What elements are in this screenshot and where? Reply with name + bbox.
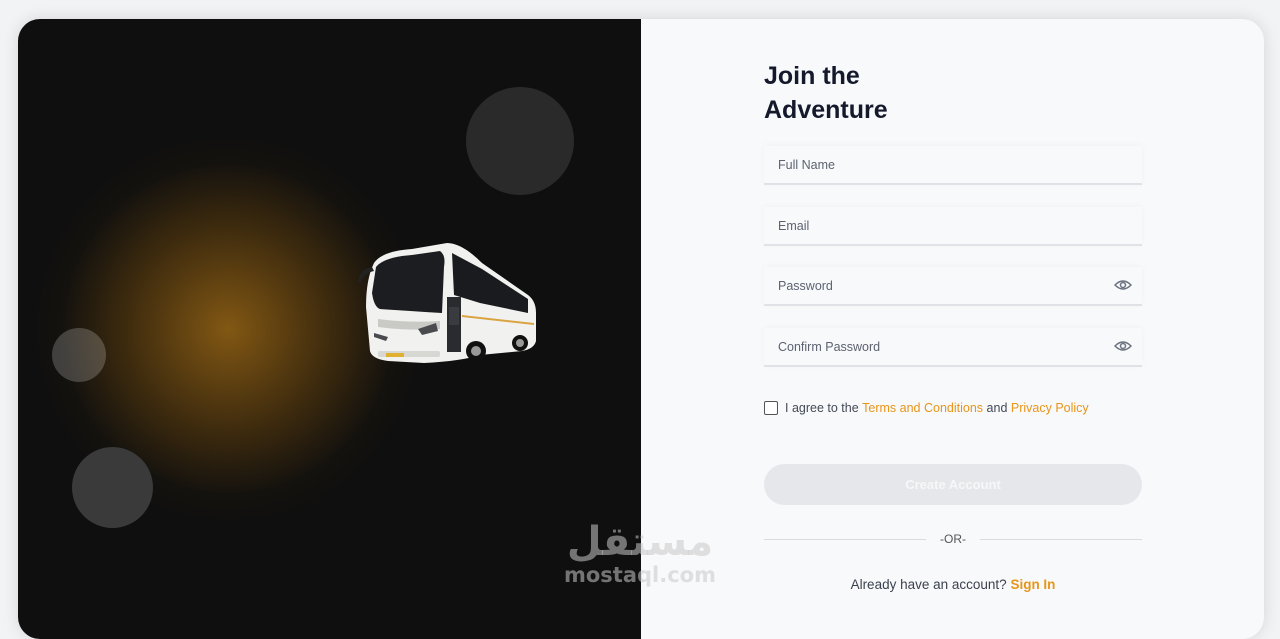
full-name-field[interactable] — [764, 146, 1142, 185]
terms-link[interactable]: Terms and Conditions — [862, 401, 983, 415]
confirm-password-field[interactable] — [764, 328, 1142, 367]
sign-in-link[interactable]: Sign In — [1010, 577, 1055, 592]
eye-icon[interactable] — [1114, 278, 1132, 292]
privacy-link[interactable]: Privacy Policy — [1011, 401, 1089, 415]
title-line-1: Join the — [764, 62, 860, 90]
bus-image — [358, 243, 536, 363]
have-account-text: Already have an account? — [850, 577, 1007, 592]
decor-circle-top — [466, 87, 574, 195]
confirm-password-input[interactable] — [764, 328, 1142, 365]
terms-agreement: I agree to the Terms and Conditions and … — [764, 401, 1089, 415]
decor-circle-bottom — [72, 447, 153, 528]
watermark: مستقل mostaql.com — [540, 520, 740, 586]
email-input[interactable] — [764, 207, 1142, 244]
agree-and-text: and — [986, 401, 1008, 415]
eye-icon[interactable] — [1114, 339, 1132, 353]
page-title: Join the Adventure — [764, 59, 964, 127]
full-name-input[interactable] — [764, 146, 1142, 183]
password-input[interactable] — [764, 267, 1142, 304]
sign-in-prompt: Already have an account? Sign In — [764, 577, 1142, 592]
watermark-latin: mostaql.com — [564, 563, 716, 587]
title-line-2: Adventure — [764, 96, 888, 124]
or-text: -OR- — [940, 532, 966, 546]
agree-text: I agree to the — [785, 401, 859, 415]
create-account-button[interactable]: Create Account — [764, 464, 1142, 505]
password-field[interactable] — [764, 267, 1142, 306]
decor-circle-small — [52, 328, 106, 382]
watermark-arabic: مستقل — [566, 519, 714, 565]
or-divider: -OR- — [764, 531, 1142, 547]
terms-checkbox[interactable] — [764, 401, 778, 415]
email-field[interactable] — [764, 207, 1142, 246]
